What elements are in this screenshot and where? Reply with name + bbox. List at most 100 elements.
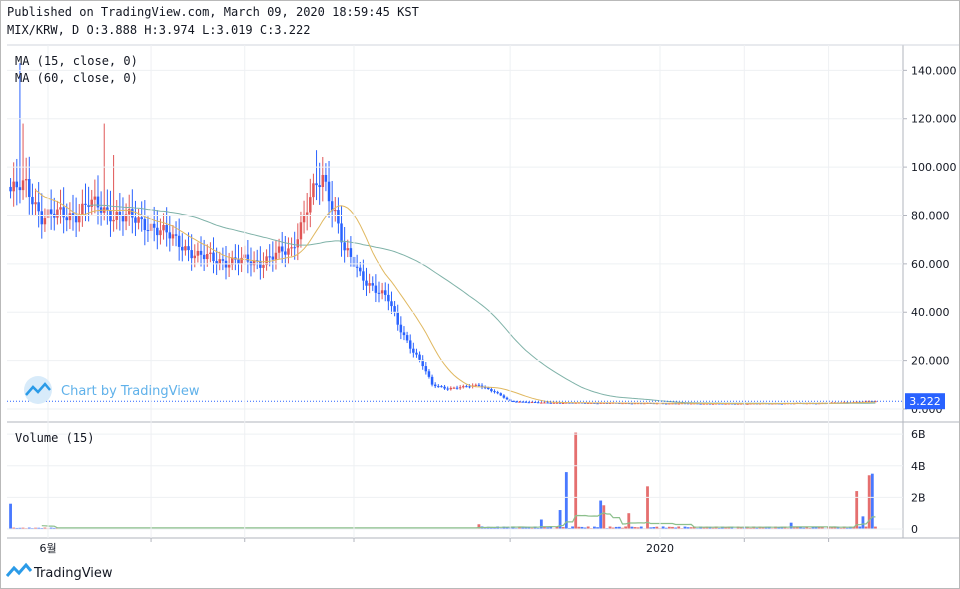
candle-body (9, 186, 12, 192)
candle-body (446, 388, 449, 390)
candle-body (399, 324, 403, 333)
volume-bar (789, 522, 793, 529)
candle-body (165, 225, 168, 233)
candle-body (455, 387, 459, 389)
candle-body (343, 242, 346, 251)
price-tick-label: 120.000 (911, 113, 957, 126)
volume-bar (855, 491, 859, 529)
candle-body (221, 259, 225, 261)
candle-body (18, 187, 22, 191)
candle-body (518, 401, 521, 403)
volume-tick-label: 6B (911, 428, 926, 441)
price-chart[interactable]: 140.000 120.000 100.000 80.000 60.000 40.000 2… (1, 1, 959, 588)
candle-body (536, 402, 540, 404)
volume-tick-label: 2B (911, 491, 926, 504)
price-tick-label: 80.000 (911, 209, 950, 222)
candle-body (184, 246, 187, 251)
candle-body (546, 402, 549, 404)
candle-body (540, 402, 543, 404)
volume-tick-label: 4B (911, 460, 926, 473)
price-tick-label: 140.000 (911, 64, 957, 77)
candle-body (487, 387, 490, 390)
legend-volume: Volume (15) (15, 431, 94, 445)
chart-frame: Published on TradingView.com, March 09, … (0, 0, 960, 589)
price-pane (7, 63, 903, 405)
candle-body (227, 264, 231, 268)
tradingview-logo-icon (5, 562, 33, 577)
candle-body (84, 203, 87, 205)
candle-body (49, 209, 53, 214)
volume-bar (9, 503, 12, 529)
candle-body (305, 212, 309, 215)
candle-body (296, 239, 300, 248)
candle-body (387, 294, 390, 302)
candle-body (209, 252, 212, 255)
candle-body (371, 283, 374, 286)
candle-body (174, 234, 178, 236)
candle-body (499, 393, 503, 396)
candle-body (162, 225, 165, 231)
candle-body (168, 232, 172, 239)
candle-body (493, 391, 496, 393)
candle-body (177, 235, 181, 247)
candle-body (368, 283, 371, 286)
candle-body (196, 250, 200, 256)
watermark-logo-icon (24, 376, 52, 404)
candle-body (312, 183, 315, 198)
candle-body (268, 256, 271, 258)
candle-body (202, 254, 206, 260)
candle-body (43, 218, 47, 225)
volume-ma-line (41, 512, 876, 529)
candle-body (152, 223, 156, 228)
candle-body (274, 252, 278, 260)
candle-body (193, 255, 197, 259)
candle-body (40, 211, 44, 225)
ma15-line (35, 189, 876, 405)
candle-body (449, 387, 453, 390)
candle-body (443, 386, 446, 389)
footer-logo-text: TradingView (33, 566, 113, 581)
candle-body (28, 179, 31, 197)
candle-body (81, 203, 84, 216)
candle-body (349, 248, 353, 257)
candle-body (293, 247, 296, 249)
candle-body (284, 251, 287, 255)
candle-body (74, 215, 78, 223)
candle-body (505, 397, 509, 400)
volume-tick-label: 0 (911, 523, 918, 536)
candle-body (315, 183, 318, 186)
candle-body (137, 217, 140, 223)
candle-body (393, 306, 396, 313)
price-tick-label: 60.000 (911, 258, 950, 271)
candle-body (337, 210, 340, 224)
candle-body (561, 402, 565, 404)
candle-body (346, 248, 350, 251)
candle-body (246, 254, 250, 262)
candle-body (146, 230, 150, 232)
volume-bar (627, 513, 631, 529)
volume-bar (861, 516, 865, 529)
legend-ma15: MA (15, close, 0) (15, 54, 138, 68)
candle-body (237, 259, 240, 264)
candle-body (31, 196, 34, 205)
footer-logo[interactable]: TradingView (5, 562, 113, 581)
candle-body (405, 335, 409, 341)
time-tick-label: 2020 (646, 542, 674, 555)
last-price-label: 3.222 (909, 395, 941, 408)
candle-body (171, 234, 175, 239)
candle-body (462, 386, 465, 388)
candle-body (206, 254, 209, 260)
candle-body (280, 246, 284, 252)
candle-body (287, 248, 290, 255)
candle-body (465, 386, 468, 388)
candle-body (212, 252, 215, 262)
candle-body (430, 376, 434, 385)
candle-body (271, 256, 275, 260)
candle-body (530, 402, 534, 404)
candle-body (433, 384, 437, 387)
candle-body (24, 179, 28, 181)
candle-body (127, 209, 131, 215)
candle-body (12, 181, 15, 192)
candle-body (159, 230, 162, 236)
candle-body (93, 196, 97, 200)
